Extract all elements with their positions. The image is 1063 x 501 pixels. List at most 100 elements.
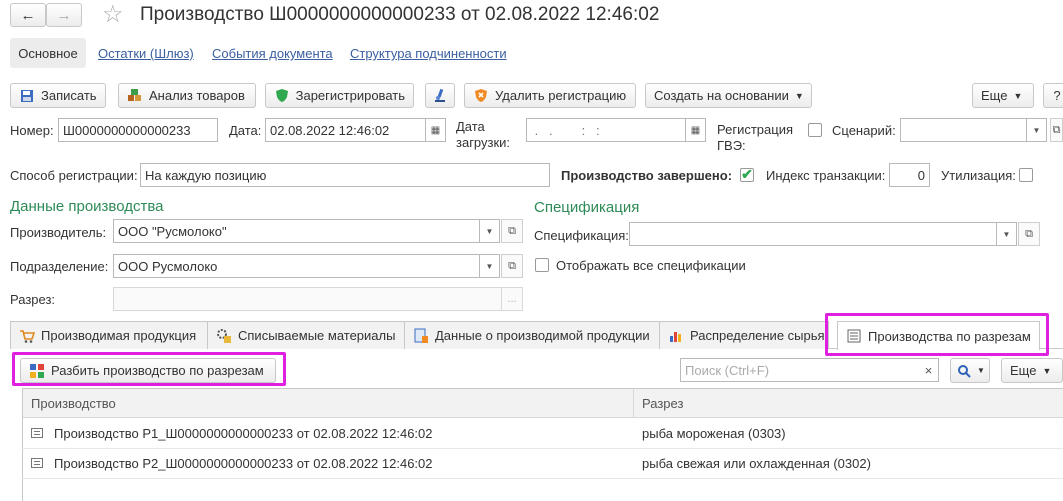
tab-produced-product-data[interactable]: Данные о производимой продукции bbox=[404, 321, 660, 349]
favorite-star-icon[interactable]: ☆ bbox=[102, 0, 124, 29]
search-icon bbox=[957, 363, 971, 379]
producer-open-button[interactable]: ⧉ bbox=[501, 219, 523, 243]
dropdown-arrow-icon: ▼ bbox=[1013, 90, 1023, 101]
division-dropdown-button[interactable]: ▼ bbox=[480, 254, 500, 278]
producer-field[interactable]: ООО "Русмолоко" bbox=[113, 219, 480, 243]
load-date-calendar-button[interactable]: ▦ bbox=[686, 118, 706, 142]
column-header-cut[interactable]: Разрез bbox=[642, 396, 683, 411]
producer-label: Производитель: bbox=[10, 225, 107, 240]
specification-dropdown-button[interactable]: ▼ bbox=[997, 222, 1017, 246]
transaction-index-label: Индекс транзакции: bbox=[766, 168, 886, 183]
shield-x-icon bbox=[473, 88, 489, 104]
show-all-specifications-checkbox[interactable] bbox=[535, 258, 549, 272]
active-tab-highlight bbox=[825, 313, 1049, 356]
table-more-button[interactable]: Еще ▼ bbox=[1001, 358, 1063, 383]
division-label: Подразделение: bbox=[10, 259, 109, 274]
scenario-open-button[interactable]: ⧉ bbox=[1050, 118, 1063, 142]
gve-registration-checkbox[interactable] bbox=[808, 123, 822, 137]
shield-icon bbox=[274, 88, 290, 104]
save-button[interactable]: Записать bbox=[10, 83, 106, 108]
tab-raw-material-distribution[interactable]: Распределение сырья bbox=[659, 321, 829, 349]
cut-label: Разрез: bbox=[10, 292, 56, 307]
producer-dropdown-button[interactable]: ▼ bbox=[480, 219, 500, 243]
reg-method-field[interactable]: На каждую позицию bbox=[140, 163, 550, 187]
search-button[interactable]: ▼ bbox=[950, 358, 990, 383]
row-cut: рыба свежая или охлажденная (0302) bbox=[642, 456, 871, 471]
close-icon: × bbox=[924, 362, 933, 378]
table-header bbox=[23, 389, 1063, 418]
production-section-title: Данные производства bbox=[10, 198, 164, 215]
help-button[interactable]: ? bbox=[1043, 83, 1063, 108]
dropdown-arrow-icon: ▼ bbox=[1002, 229, 1011, 239]
dropdown-arrow-icon: ▼ bbox=[485, 261, 494, 271]
nav-tab-gateway-balances[interactable]: Остатки (Шлюз) bbox=[98, 46, 194, 61]
analyze-goods-button[interactable]: Анализ товаров bbox=[118, 83, 256, 108]
division-field[interactable]: ООО Русмолоко bbox=[113, 254, 480, 278]
document-icon bbox=[31, 428, 43, 438]
tab-written-off-materials[interactable]: Списываемые материалы bbox=[207, 321, 405, 349]
scenario-field[interactable] bbox=[900, 118, 1027, 142]
utilization-label: Утилизация: bbox=[941, 168, 1016, 183]
dropdown-arrow-icon: ▼ bbox=[1032, 125, 1041, 135]
division-open-button[interactable]: ⧉ bbox=[501, 254, 523, 278]
specification-field[interactable] bbox=[629, 222, 997, 246]
nav-tab-subordination[interactable]: Структура подчиненности bbox=[350, 46, 507, 61]
cut-field[interactable] bbox=[113, 287, 502, 311]
transaction-index-field[interactable]: 0 bbox=[889, 163, 930, 187]
search-input[interactable]: Поиск (Ctrl+F) bbox=[680, 358, 920, 382]
dropdown-arrow-icon: ▼ bbox=[1042, 365, 1052, 376]
gear-box-icon bbox=[216, 328, 232, 344]
open-icon: ⧉ bbox=[1052, 123, 1061, 136]
column-divider bbox=[633, 389, 634, 418]
microscope-button[interactable] bbox=[425, 83, 455, 108]
checkmark-icon: ✔ bbox=[741, 165, 753, 182]
dropdown-arrow-icon: ▼ bbox=[794, 90, 804, 101]
calendar-icon: ▦ bbox=[430, 124, 441, 136]
calendar-icon: ▦ bbox=[690, 124, 701, 136]
tab-produced-products[interactable]: Производимая продукция bbox=[10, 321, 208, 349]
document-chart-icon bbox=[413, 328, 429, 344]
utilization-checkbox[interactable] bbox=[1019, 168, 1033, 182]
ellipsis-icon: ... bbox=[507, 293, 517, 305]
number-label: Номер: bbox=[10, 123, 54, 138]
calendar-button[interactable]: ▦ bbox=[426, 118, 446, 142]
scenario-dropdown-button[interactable]: ▼ bbox=[1027, 118, 1047, 142]
arrow-left-icon: ← bbox=[20, 6, 36, 24]
boxes-icon bbox=[127, 88, 143, 104]
table-row[interactable]: Производство Р1_Ш0000000000000233 от 02.… bbox=[22, 419, 1063, 449]
forward-button[interactable]: → bbox=[46, 3, 82, 27]
date-field[interactable]: 02.08.2022 12:46:02 bbox=[265, 118, 426, 142]
create-based-on-button[interactable]: Создать на основании ▼ bbox=[645, 83, 812, 108]
back-button[interactable]: ← bbox=[10, 3, 46, 27]
microscope-icon bbox=[432, 88, 448, 104]
register-button[interactable]: Зарегистрировать bbox=[265, 83, 414, 108]
open-icon: ⧉ bbox=[1025, 227, 1033, 240]
delete-registration-button[interactable]: Удалить регистрацию bbox=[464, 83, 636, 108]
column-header-production[interactable]: Производство bbox=[31, 396, 116, 411]
row-production: Производство Р2_Ш0000000000000233 от 02.… bbox=[54, 456, 433, 471]
number-field[interactable]: Ш0000000000000233 bbox=[58, 118, 218, 142]
production-completed-checkbox[interactable]: ✔ bbox=[740, 165, 754, 182]
open-icon: ⧉ bbox=[508, 259, 516, 272]
more-button[interactable]: Еще ▼ bbox=[972, 83, 1034, 108]
date-label: Дата: bbox=[229, 123, 262, 138]
nav-tab-document-events[interactable]: События документа bbox=[212, 46, 333, 61]
specification-section-title: Спецификация bbox=[534, 199, 640, 216]
bar-chart-icon bbox=[668, 328, 684, 344]
dropdown-arrow-icon: ▼ bbox=[485, 226, 494, 236]
production-completed-label: Производство завершено: bbox=[561, 168, 733, 183]
load-date-field[interactable]: . . : : bbox=[526, 118, 686, 142]
table-row[interactable]: Производство Р2_Ш0000000000000233 от 02.… bbox=[22, 449, 1063, 479]
nav-tab-main[interactable]: Основное bbox=[10, 38, 86, 68]
dropdown-arrow-icon: ▼ bbox=[977, 366, 985, 375]
specification-open-button[interactable]: ⧉ bbox=[1018, 222, 1040, 246]
show-all-specifications-label: Отображать все спецификации bbox=[556, 258, 746, 273]
cut-select-button[interactable]: ... bbox=[501, 287, 523, 311]
reg-method-label: Способ регистрации: bbox=[10, 168, 138, 183]
open-icon: ⧉ bbox=[508, 224, 516, 237]
load-date-label: Дата загрузки: bbox=[456, 119, 511, 150]
search-clear-button[interactable]: × bbox=[919, 358, 939, 382]
scenario-label: Сценарий: bbox=[832, 123, 896, 138]
arrow-right-icon: → bbox=[56, 6, 72, 24]
split-button-highlight bbox=[12, 352, 286, 386]
